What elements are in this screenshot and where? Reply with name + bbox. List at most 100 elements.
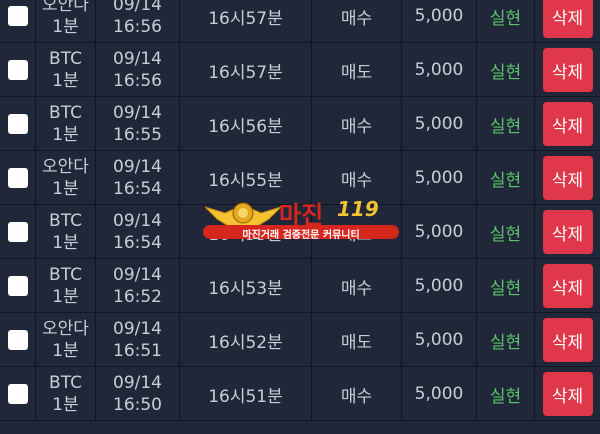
row-select-cell (0, 97, 36, 151)
trade-type: 매수 (340, 8, 373, 29)
row-checkbox[interactable] (7, 330, 28, 350)
row-checkbox[interactable] (7, 384, 28, 404)
bet-time: 16:56 (113, 71, 162, 91)
bet-amount: 5,000 (414, 276, 464, 296)
amount-cell: 5,000 (402, 151, 477, 205)
bet-time: 16:56 (113, 17, 162, 37)
row-checkbox[interactable] (7, 276, 28, 296)
row-select-cell (0, 259, 36, 313)
trade-type: 매수 (340, 170, 373, 191)
amount-cell: 5,000 (402, 43, 477, 97)
bet-date: 09/14 (113, 265, 162, 285)
bet-date: 09/14 (113, 0, 162, 15)
trade-type: 매수 (340, 278, 373, 299)
bet-time: 16:54 (113, 233, 162, 253)
coin-interval: 1분 (52, 71, 79, 91)
status-cell: 실현 (477, 259, 535, 313)
bet-amount: 5,000 (414, 60, 464, 80)
trade-type: 매도 (340, 332, 373, 353)
coin-name: 오안다 (42, 319, 89, 339)
bet-time: 16:54 (113, 179, 162, 199)
delete-button[interactable]: 삭제 (542, 0, 593, 38)
delete-button[interactable]: 삭제 (542, 372, 593, 416)
round-label: 16시57분 (208, 62, 283, 83)
trade-type: 매도 (340, 62, 373, 83)
datetime-cell: 09/14 16:55 (96, 97, 180, 151)
datetime-cell: 09/14 16:54 (96, 151, 180, 205)
coin-interval: 1분 (52, 17, 79, 37)
bet-amount: 5,000 (414, 222, 464, 242)
round-label: 16시56분 (208, 116, 283, 137)
trade-type-cell: 매도 (312, 43, 402, 97)
trade-type-cell: 매수 (312, 367, 402, 421)
status-text: 실현 (489, 224, 522, 245)
trade-type-cell: 매수 (312, 0, 402, 43)
delete-button[interactable]: 삭제 (542, 318, 593, 362)
bet-date: 09/14 (113, 373, 162, 393)
datetime-cell: 09/14 16:56 (96, 0, 180, 43)
status-text: 실현 (489, 62, 522, 83)
bet-date: 09/14 (113, 49, 162, 69)
table-row: BTC 1분 09/14 16:52 16시53분 매수 5,000 실현 삭제 (0, 259, 600, 313)
amount-cell: 5,000 (402, 0, 477, 43)
status-text: 실현 (489, 170, 522, 191)
round-cell: 16시57분 (180, 43, 312, 97)
row-checkbox[interactable] (7, 6, 28, 26)
delete-button[interactable]: 삭제 (542, 102, 593, 146)
row-select-cell (0, 0, 36, 43)
delete-button[interactable]: 삭제 (542, 210, 593, 254)
trade-type: 매수 (340, 116, 373, 137)
status-text: 실현 (489, 278, 522, 299)
bet-amount: 5,000 (414, 330, 464, 350)
datetime-cell: 09/14 16:54 (96, 205, 180, 259)
coin-interval: 1분 (52, 125, 79, 145)
delete-button[interactable]: 삭제 (542, 48, 593, 92)
row-checkbox[interactable] (7, 60, 28, 80)
trade-type: 매수 (340, 386, 373, 407)
row-select-cell (0, 151, 36, 205)
row-checkbox[interactable] (7, 168, 28, 188)
round-cell: 16시56분 (180, 97, 312, 151)
trade-type-cell: 매도 (312, 313, 402, 367)
datetime-cell: 09/14 16:51 (96, 313, 180, 367)
delete-cell: 삭제 (535, 259, 600, 313)
row-checkbox[interactable] (7, 114, 28, 134)
delete-button[interactable]: 삭제 (542, 156, 593, 200)
row-select-cell (0, 367, 36, 421)
round-cell: 16시57분 (180, 0, 312, 43)
coin-cell: 오안다 1분 (36, 0, 96, 43)
bet-date: 09/14 (113, 103, 162, 123)
status-cell: 실현 (477, 43, 535, 97)
status-text: 실현 (489, 332, 522, 353)
delete-button[interactable]: 삭제 (542, 264, 593, 308)
trade-type-cell: 매수 (312, 259, 402, 313)
coin-cell: BTC 1분 (36, 367, 96, 421)
row-select-cell (0, 205, 36, 259)
coin-interval: 1분 (52, 287, 79, 307)
amount-cell: 5,000 (402, 367, 477, 421)
delete-cell: 삭제 (535, 313, 600, 367)
bet-amount: 5,000 (414, 114, 464, 134)
watermark-brand-suffix: 119 (337, 197, 379, 221)
bet-time: 16:51 (113, 341, 162, 361)
status-text: 실현 (489, 386, 522, 407)
coin-cell: BTC 1분 (36, 43, 96, 97)
table-row: 오안다 1분 09/14 16:56 16시57분 매수 5,000 실현 삭제 (0, 0, 600, 43)
coin-cell: BTC 1분 (36, 259, 96, 313)
bet-amount: 5,000 (414, 168, 464, 188)
coin-name: BTC (49, 49, 82, 69)
coin-interval: 1분 (52, 341, 79, 361)
coin-name: BTC (49, 265, 82, 285)
status-cell: 실현 (477, 313, 535, 367)
delete-cell: 삭제 (535, 97, 600, 151)
status-cell: 실현 (477, 97, 535, 151)
amount-cell: 5,000 (402, 97, 477, 151)
datetime-cell: 09/14 16:56 (96, 43, 180, 97)
coin-interval: 1분 (52, 395, 79, 415)
round-cell: 16시51분 (180, 367, 312, 421)
round-cell: 16시52분 (180, 313, 312, 367)
row-checkbox[interactable] (7, 222, 28, 242)
row-select-cell (0, 43, 36, 97)
status-text: 실현 (489, 8, 522, 29)
round-label: 16시51분 (208, 386, 283, 407)
